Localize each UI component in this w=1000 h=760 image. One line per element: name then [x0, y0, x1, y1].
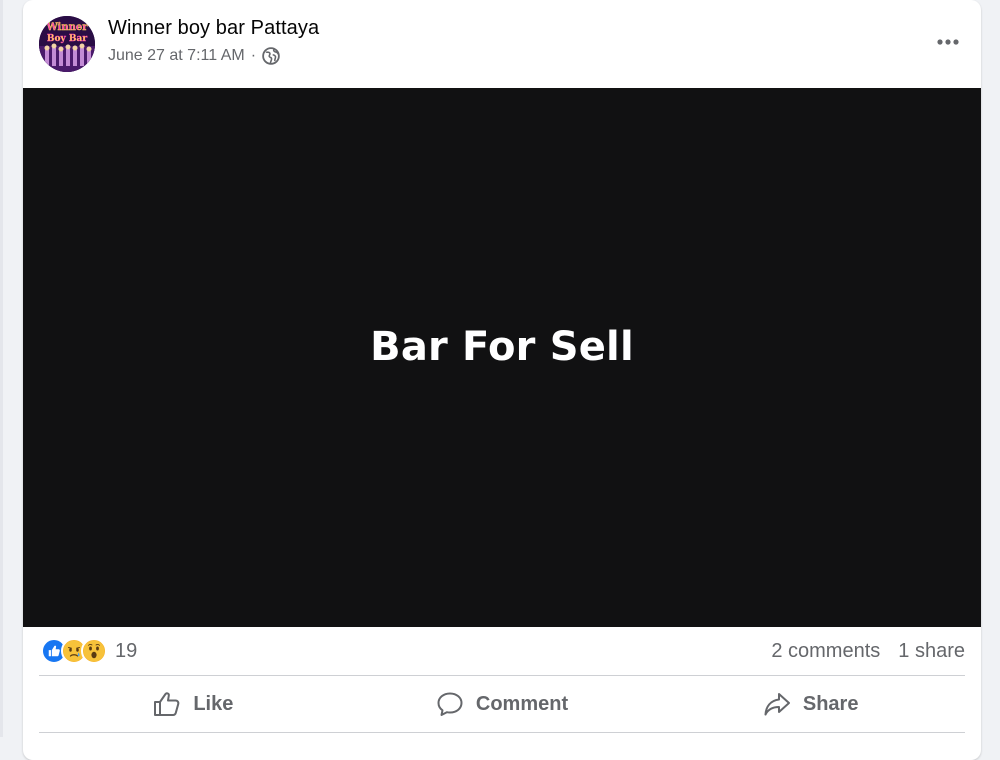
- svg-text:Winner: Winner: [45, 22, 88, 33]
- globe-icon[interactable]: [262, 47, 280, 65]
- comment-icon: [437, 692, 463, 716]
- share-button[interactable]: Share: [656, 676, 965, 732]
- post-meta: June 27 at 7:11 AM ·: [108, 47, 280, 65]
- meta-separator: ·: [250, 47, 257, 64]
- post-header: Winner Boy Bar Winner boy bar Pattaya Ju…: [23, 0, 981, 88]
- like-label: Like: [193, 692, 234, 715]
- post-actions: Like Comment Share: [39, 676, 965, 733]
- post-stats: 19 2 comments 1 share: [39, 627, 965, 676]
- post-timestamp[interactable]: June 27 at 7:11 AM: [108, 47, 245, 65]
- post-card: Winner Boy Bar Winner boy bar Pattaya Ju…: [23, 0, 981, 760]
- reaction-summary[interactable]: 19: [41, 638, 137, 664]
- more-options-icon: [937, 39, 959, 45]
- more-options-button[interactable]: [929, 24, 967, 60]
- comment-label: Comment: [475, 692, 569, 715]
- page-name[interactable]: Winner boy bar Pattaya: [108, 17, 319, 40]
- avatar-image: Winner Boy Bar: [39, 16, 95, 72]
- wow-reaction-icon: [81, 638, 107, 664]
- share-icon: [764, 693, 790, 716]
- engagement-counts: 2 comments 1 share: [771, 640, 965, 663]
- comment-button[interactable]: Comment: [348, 676, 657, 732]
- left-edge: [0, 0, 3, 737]
- share-label: Share: [802, 692, 859, 715]
- thumbs-up-icon: [154, 692, 180, 716]
- comments-count[interactable]: 2 comments: [771, 640, 880, 663]
- like-button[interactable]: Like: [39, 676, 348, 732]
- media-text: Bar For Sell: [370, 323, 634, 370]
- post-media[interactable]: Bar For Sell: [23, 88, 981, 627]
- reaction-count[interactable]: 19: [115, 640, 137, 663]
- svg-text:Boy Bar: Boy Bar: [47, 34, 87, 44]
- page-avatar[interactable]: Winner Boy Bar: [39, 16, 95, 72]
- shares-count[interactable]: 1 share: [898, 640, 965, 663]
